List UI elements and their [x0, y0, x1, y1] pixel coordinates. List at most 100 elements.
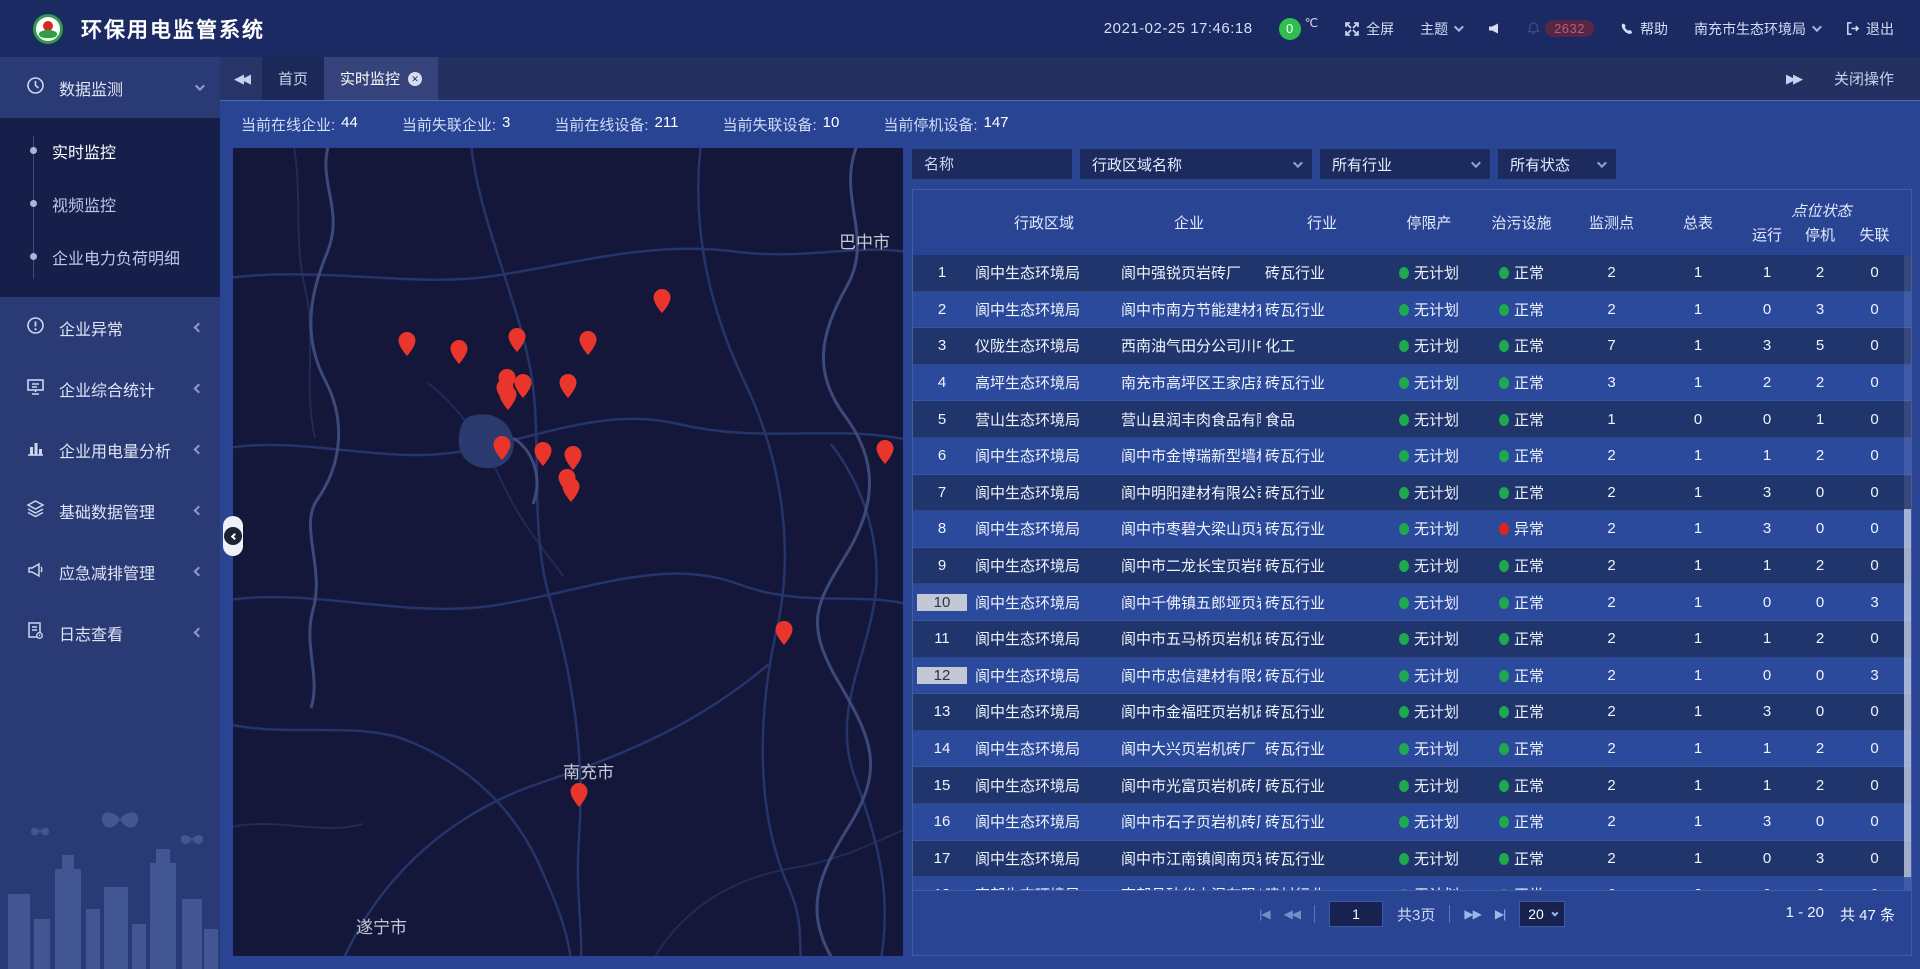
cell-monitor-count: 2	[1568, 667, 1655, 684]
table-row[interactable]: 4高坪生态环境局南充市高坪区王家店建砖瓦行业无计划正常31220	[913, 365, 1911, 402]
tab-1[interactable]: 实时监控✕	[324, 57, 438, 100]
cell-industry: 砖瓦行业	[1261, 775, 1383, 796]
table-row[interactable]: 16阆中生态环境局阆中市石子页岩机砖厂砖瓦行业无计划正常21300	[913, 804, 1911, 841]
cell-industry: 砖瓦行业	[1261, 518, 1383, 539]
next-page-button[interactable]: ▶▶	[1464, 907, 1480, 921]
table-row[interactable]: 2阆中生态环境局阆中市南方节能建材有砖瓦行业无计划正常21030	[913, 292, 1911, 329]
total-pages-label: 共3页	[1397, 904, 1435, 925]
tab-0[interactable]: 首页	[262, 57, 324, 100]
cell-total-meter: 1	[1655, 777, 1741, 794]
chevron-left-icon	[194, 445, 204, 455]
table-row[interactable]: 12阆中生态环境局阆中市忠信建材有限公砖瓦行业无计划正常21003	[913, 658, 1911, 695]
cell-monitor-count: 1	[1568, 411, 1655, 428]
notification-count-badge: 2632	[1545, 20, 1594, 37]
cell-lost-count: 0	[1847, 703, 1902, 720]
sidebar-subitem-1[interactable]: 视频监控	[0, 177, 220, 230]
close-operations-button[interactable]: 关闭操作	[1834, 68, 1894, 89]
map-panel[interactable]: 巴中市南充市遂宁市	[233, 148, 903, 956]
table-row[interactable]: 13阆中生态环境局阆中市金福旺页岩机砖砖瓦行业无计划正常21300	[913, 694, 1911, 731]
cell-region: 阆中生态环境局	[971, 811, 1117, 832]
table-row[interactable]: 17阆中生态环境局阆中市江南镇阆南页岩砖瓦行业无计划正常21030	[913, 841, 1911, 878]
cell-run-count: 3	[1741, 484, 1793, 501]
org-menu[interactable]: 南充市生态环境局	[1694, 19, 1819, 39]
city-label: 南充市	[563, 763, 614, 782]
cell-facility-status: 正常	[1475, 409, 1568, 430]
table-row[interactable]: 7阆中生态环境局阆中明阳建材有限公司砖瓦行业无计划正常21300	[913, 475, 1911, 512]
status-dot-ok	[1499, 633, 1509, 645]
logout-button[interactable]: 退出	[1845, 19, 1894, 39]
table-row[interactable]: 3仪陇生态环境局西南油气田分公司川中化工无计划正常71350	[913, 328, 1911, 365]
cell-industry: 砖瓦行业	[1261, 555, 1383, 576]
cell-lost-count: 0	[1847, 264, 1902, 281]
tabs-scroll-right-button[interactable]: ▶▶	[1786, 71, 1800, 87]
cell-index: 3	[913, 337, 971, 354]
status-filter-select[interactable]: 所有状态	[1498, 149, 1616, 179]
cell-industry: 砖瓦行业	[1261, 445, 1383, 466]
page-size-select[interactable]: 20	[1519, 901, 1565, 927]
stat-item-3: 当前失联设备:10	[722, 114, 839, 135]
first-page-button[interactable]: |◀	[1259, 907, 1269, 921]
chevron-down-icon	[1597, 158, 1607, 168]
log-icon	[26, 621, 45, 645]
cell-facility-status: 正常	[1475, 555, 1568, 576]
sidebar-item-6[interactable]: 日志查看	[0, 602, 220, 663]
col-stop: 停机	[1793, 224, 1847, 255]
table-row[interactable]: 8阆中生态环境局阆中市枣碧大梁山页岩砖瓦行业无计划异常21300	[913, 511, 1911, 548]
mute-button[interactable]	[1487, 22, 1500, 35]
table-row[interactable]: 1阆中生态环境局阆中强锐页岩砖厂砖瓦行业无计划正常21120	[913, 255, 1911, 292]
status-dot-ok	[1399, 304, 1409, 316]
cell-monitor-count: 2	[1568, 447, 1655, 464]
sidebar-item-4[interactable]: 基础数据管理	[0, 480, 220, 541]
cell-region: 阆中生态环境局	[971, 848, 1117, 869]
cell-limit-status: 无计划	[1383, 262, 1475, 283]
scrollbar-thumb[interactable]	[1904, 509, 1911, 877]
cell-total-meter: 1	[1655, 557, 1741, 574]
table-row[interactable]: 6阆中生态环境局阆中市金博瑞新型墙材砖瓦行业无计划正常21120	[913, 438, 1911, 475]
page-input[interactable]	[1329, 901, 1383, 927]
cell-company: 阆中市金福旺页岩机砖	[1117, 701, 1261, 722]
help-button[interactable]: 帮助	[1620, 19, 1668, 39]
status-dot-ok	[1399, 340, 1409, 352]
cell-total-meter: 1	[1655, 594, 1741, 611]
table-row[interactable]: 15阆中生态环境局阆中市光富页岩机砖厂砖瓦行业无计划正常21120	[913, 767, 1911, 804]
sidebar-item-1[interactable]: 企业异常	[0, 297, 220, 358]
sidebar-item-label: 数据监测	[59, 76, 181, 100]
table-row[interactable]: 14阆中生态环境局阆中大兴页岩机砖厂砖瓦行业无计划正常21120	[913, 731, 1911, 768]
cell-region: 营山生态环境局	[971, 409, 1117, 430]
sidebar-subitem-0[interactable]: 实时监控	[0, 124, 220, 177]
sidebar-item-3[interactable]: 企业用电量分析	[0, 419, 220, 480]
name-filter-input[interactable]	[924, 156, 1060, 173]
notifications-button[interactable]: 2632	[1526, 20, 1594, 37]
last-page-button[interactable]: ▶|	[1495, 907, 1505, 921]
tabs-scroll-left-button[interactable]: ◀◀	[220, 57, 262, 100]
cell-run-count: 1	[1741, 557, 1793, 574]
theme-menu[interactable]: 主题	[1420, 19, 1461, 39]
sidebar-subitem-2[interactable]: 企业电力负荷明细	[0, 230, 220, 283]
table-row[interactable]: 18南部生态环境局南部县砂华水泥有限公建材行业无计划正常62060	[913, 877, 1911, 890]
status-dot-ok	[1399, 414, 1409, 426]
sidebar-item-label: 企业异常	[59, 316, 181, 340]
cell-industry: 砖瓦行业	[1261, 701, 1383, 722]
prev-page-button[interactable]: ◀◀	[1284, 907, 1300, 921]
sidebar-item-5[interactable]: 应急减排管理	[0, 541, 220, 602]
cell-index: 9	[913, 557, 971, 574]
sidebar-item-2[interactable]: 企业综合统计	[0, 358, 220, 419]
cell-index: 5	[913, 411, 971, 428]
close-tab-icon[interactable]: ✕	[408, 72, 422, 86]
table-row[interactable]: 11阆中生态环境局阆中市五马桥页岩机砖砖瓦行业无计划正常21120	[913, 621, 1911, 658]
table-row[interactable]: 5营山生态环境局营山县润丰肉食品有限食品无计划正常10010	[913, 401, 1911, 438]
map-collapse-button[interactable]	[223, 516, 243, 556]
cell-monitor-count: 2	[1568, 813, 1655, 830]
chevron-left-icon	[194, 323, 204, 333]
sidebar-item-0[interactable]: 数据监测	[0, 57, 220, 118]
table-row[interactable]: 9阆中生态环境局阆中市二龙长宝页岩砖砖瓦行业无计划正常21120	[913, 548, 1911, 585]
map-canvas[interactable]: 巴中市南充市遂宁市	[233, 148, 903, 956]
fullscreen-button[interactable]: 全屏	[1344, 19, 1394, 39]
table-row[interactable]: 10阆中生态环境局阆中千佛镇五郎垭页岩砖瓦行业无计划正常21003	[913, 584, 1911, 621]
cell-lost-count: 0	[1847, 813, 1902, 830]
industry-filter-select[interactable]: 所有行业	[1320, 149, 1490, 179]
table-body: 1阆中生态环境局阆中强锐页岩砖厂砖瓦行业无计划正常211202阆中生态环境局阆中…	[913, 255, 1911, 890]
cell-region: 高坪生态环境局	[971, 372, 1117, 393]
cell-lost-count: 0	[1847, 411, 1902, 428]
region-filter-select[interactable]: 行政区域名称	[1080, 149, 1312, 179]
